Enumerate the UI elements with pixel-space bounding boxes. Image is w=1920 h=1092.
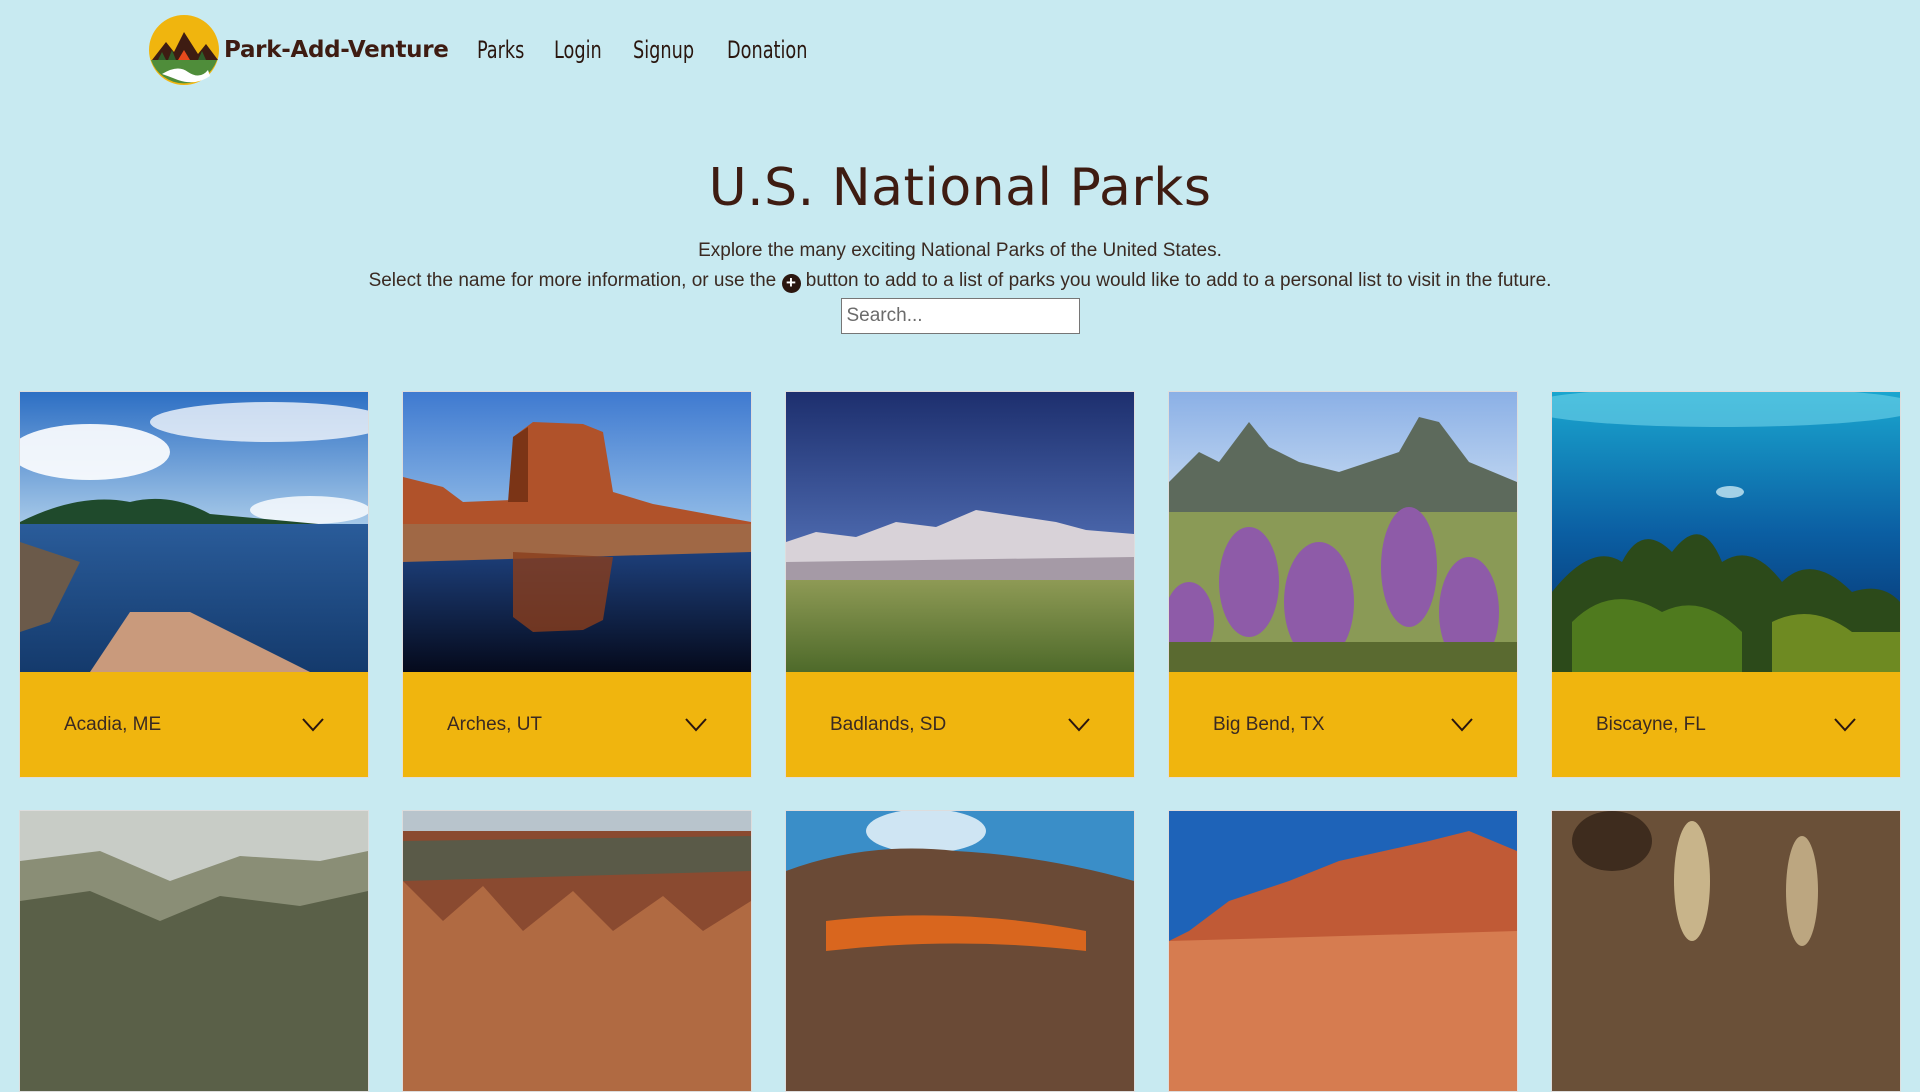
logo-icon[interactable] [148, 14, 220, 86]
instructions-after: button to add to a list of parks you wou… [805, 270, 1552, 291]
search-input[interactable] [840, 298, 1080, 334]
parks-grid: Acadia, ME Arches, UT Badlands, SD Big B… [19, 391, 1901, 1092]
park-card [19, 810, 369, 1092]
park-image-badlands [786, 392, 1134, 672]
page-title: U.S. National Parks [708, 158, 1212, 218]
park-card [1551, 810, 1901, 1092]
nav-link-login[interactable]: Login [554, 36, 602, 64]
park-image-bryce-canyon [403, 811, 751, 1091]
nav-link-parks[interactable]: Parks [477, 36, 524, 64]
park-name-link[interactable]: Biscayne, FL [1596, 714, 1706, 736]
card-footer: Arches, UT [403, 672, 751, 777]
nav-link-donation[interactable]: Donation [727, 36, 807, 64]
park-name-link[interactable]: Acadia, ME [64, 714, 161, 736]
park-image-canyonlands [786, 811, 1134, 1091]
chevron-down-icon[interactable] [685, 717, 707, 732]
park-name-link[interactable]: Arches, UT [447, 714, 542, 736]
hero-section: U.S. National Parks Explore the many exc… [0, 158, 1920, 334]
nav-link-signup[interactable]: Signup [633, 36, 694, 64]
park-card [785, 810, 1135, 1092]
chevron-down-icon[interactable] [1834, 717, 1856, 732]
park-image-carlsbad-caverns [1552, 811, 1900, 1091]
park-name-link[interactable]: Badlands, SD [830, 714, 946, 736]
park-image-black-canyon [20, 811, 368, 1091]
park-card: Badlands, SD [785, 391, 1135, 778]
plus-circle-icon: + [781, 274, 801, 293]
park-card: Biscayne, FL [1551, 391, 1901, 778]
intro-text: Explore the many exciting National Parks… [698, 240, 1222, 261]
park-card: Big Bend, TX [1168, 391, 1518, 778]
park-image-acadia [20, 392, 368, 672]
navbar: Park-Add-Venture Parks Login Signup Dona… [148, 14, 845, 86]
park-image-arches [403, 392, 751, 672]
park-name-link[interactable]: Big Bend, TX [1213, 714, 1325, 736]
card-footer: Badlands, SD [786, 672, 1134, 777]
park-image-big-bend [1169, 392, 1517, 672]
brand-name[interactable]: Park-Add-Venture [224, 37, 449, 63]
park-image-capitol-reef [1169, 811, 1517, 1091]
park-card [1168, 810, 1518, 1092]
park-card [402, 810, 752, 1092]
park-card: Acadia, ME [19, 391, 369, 778]
chevron-down-icon[interactable] [1451, 717, 1473, 732]
chevron-down-icon[interactable] [1068, 717, 1090, 732]
card-footer: Big Bend, TX [1169, 672, 1517, 777]
card-footer: Acadia, ME [20, 672, 368, 777]
park-image-biscayne [1552, 392, 1900, 672]
instructions-text: Select the name for more information, or… [0, 266, 1920, 296]
instructions-before: Select the name for more information, or… [368, 270, 777, 291]
card-footer: Biscayne, FL [1552, 672, 1900, 777]
park-card: Arches, UT [402, 391, 752, 778]
chevron-down-icon[interactable] [302, 717, 324, 732]
